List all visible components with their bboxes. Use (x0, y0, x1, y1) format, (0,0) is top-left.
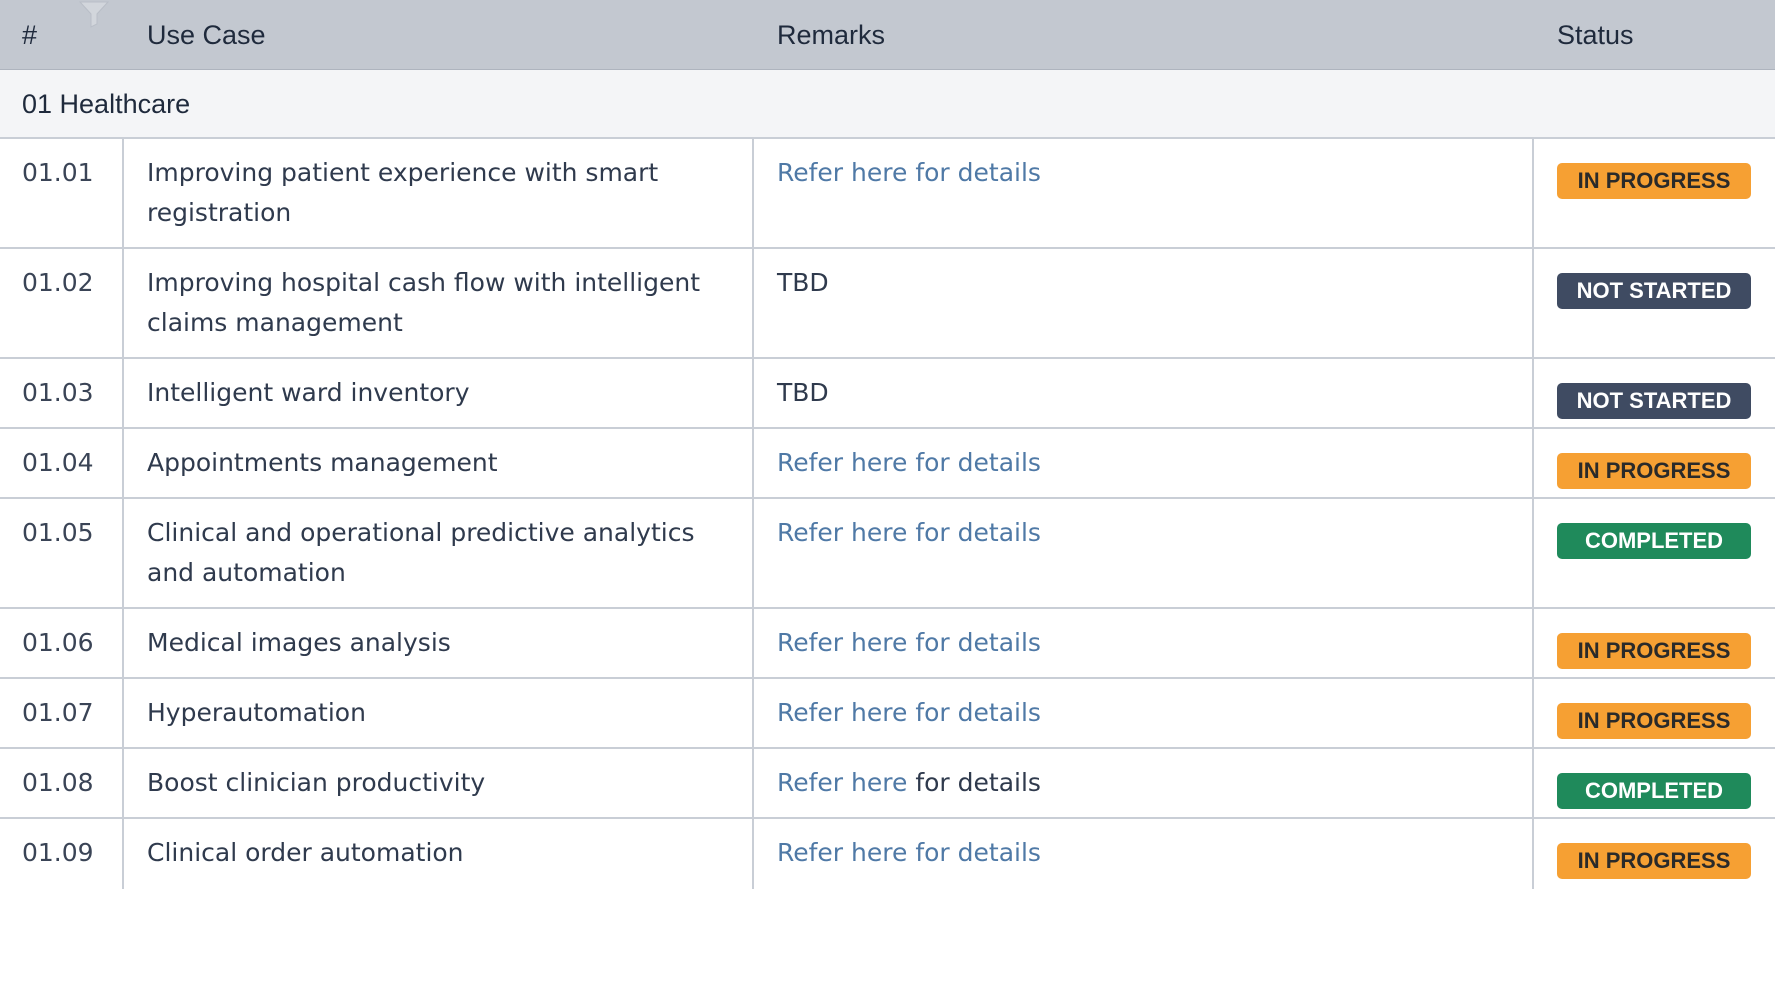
status-badge: IN PROGRESS (1557, 703, 1751, 739)
status-badge: IN PROGRESS (1557, 163, 1751, 199)
column-divider (752, 749, 754, 817)
column-divider (1532, 609, 1534, 677)
header-status[interactable]: Status (1557, 0, 1634, 70)
remarks-link[interactable]: Refer here for details (777, 153, 1517, 193)
column-divider (1532, 679, 1534, 747)
column-divider (122, 679, 124, 747)
use-case-table: # Use Case Remarks Status 01 Healthcare … (0, 0, 1775, 889)
use-case-text: and automation (147, 558, 346, 587)
row-number: 01.08 (22, 768, 94, 797)
use-case-text: Hyperautomation (147, 698, 366, 727)
column-divider (1532, 429, 1534, 497)
column-divider (122, 429, 124, 497)
remarks-text: TBD (777, 268, 829, 297)
column-divider (1532, 139, 1534, 247)
row-number: 01.09 (22, 838, 94, 867)
table-row: 01.08 Boost clinician productivity Refer… (0, 749, 1775, 819)
remarks-link[interactable]: Refer here for details (777, 623, 1517, 663)
column-divider (752, 679, 754, 747)
remarks-text: TBD (777, 378, 829, 407)
header-remarks[interactable]: Remarks (777, 0, 885, 70)
status-badge: COMPLETED (1557, 523, 1751, 559)
use-case-text: Clinical and operational predictive anal… (147, 518, 695, 547)
column-divider (122, 819, 124, 889)
remarks-link[interactable]: Refer here for details (777, 693, 1517, 733)
table-row: 01.01 Improving patient experience with … (0, 139, 1775, 249)
remarks-link[interactable]: Refer here for details (777, 443, 1517, 483)
column-divider (122, 499, 124, 607)
remarks-link[interactable]: Refer here for details (777, 513, 1517, 553)
section-row: 01 Healthcare (0, 70, 1775, 139)
remarks-cell: Refer here for details (777, 763, 1517, 803)
use-case-text: Appointments management (147, 448, 498, 477)
row-number: 01.02 (22, 268, 94, 297)
header-number[interactable]: # (22, 0, 37, 70)
section-title: 01 Healthcare (22, 89, 191, 119)
use-case-cell: Improving hospital cash flow with intell… (147, 263, 747, 343)
filter-icon[interactable] (78, 0, 110, 28)
column-divider (1532, 749, 1534, 817)
row-number: 01.06 (22, 628, 94, 657)
status-badge: IN PROGRESS (1557, 633, 1751, 669)
use-case-text: Boost clinician productivity (147, 768, 486, 797)
column-divider (122, 609, 124, 677)
table-row: 01.03 Intelligent ward inventory TBD NOT… (0, 359, 1775, 429)
use-case-text: Improving patient experience with smart (147, 158, 659, 187)
status-badge: NOT STARTED (1557, 273, 1751, 309)
column-divider (752, 249, 754, 357)
column-divider (122, 749, 124, 817)
use-case-text: Medical images analysis (147, 628, 451, 657)
use-case-text: claims management (147, 308, 403, 337)
row-number: 01.07 (22, 698, 94, 727)
use-case-text: Intelligent ward inventory (147, 378, 470, 407)
column-divider (752, 499, 754, 607)
column-divider (122, 249, 124, 357)
row-number: 01.05 (22, 518, 94, 547)
column-divider (1532, 499, 1534, 607)
column-divider (752, 359, 754, 427)
header-use-case[interactable]: Use Case (147, 0, 266, 70)
remarks-text: for details (915, 768, 1041, 797)
remarks-link[interactable]: Refer here for details (777, 833, 1517, 873)
column-divider (1532, 249, 1534, 357)
table-row: 01.05 Clinical and operational predictiv… (0, 499, 1775, 609)
column-divider (1532, 819, 1534, 889)
table-row: 01.09 Clinical order automation Refer he… (0, 819, 1775, 889)
status-badge: IN PROGRESS (1557, 843, 1751, 879)
use-case-text: registration (147, 198, 292, 227)
use-case-text: Improving hospital cash flow with intell… (147, 268, 701, 297)
row-number: 01.01 (22, 158, 94, 187)
column-divider (122, 139, 124, 247)
table-row: 01.06 Medical images analysis Refer here… (0, 609, 1775, 679)
status-badge: IN PROGRESS (1557, 453, 1751, 489)
remarks-link[interactable]: Refer here (777, 768, 907, 797)
table-row: 01.02 Improving hospital cash flow with … (0, 249, 1775, 359)
column-divider (752, 139, 754, 247)
table-row: 01.04 Appointments management Refer here… (0, 429, 1775, 499)
status-badge: COMPLETED (1557, 773, 1751, 809)
use-case-text: Clinical order automation (147, 838, 464, 867)
use-case-cell: Clinical and operational predictive anal… (147, 513, 747, 593)
row-number: 01.04 (22, 448, 94, 477)
column-divider (752, 609, 754, 677)
column-divider (122, 359, 124, 427)
column-divider (752, 819, 754, 889)
table-header: # Use Case Remarks Status (0, 0, 1775, 70)
table-row: 01.07 Hyperautomation Refer here for det… (0, 679, 1775, 749)
use-case-cell: Improving patient experience with smart … (147, 153, 747, 233)
column-divider (752, 429, 754, 497)
row-number: 01.03 (22, 378, 94, 407)
column-divider (1532, 359, 1534, 427)
status-badge: NOT STARTED (1557, 383, 1751, 419)
